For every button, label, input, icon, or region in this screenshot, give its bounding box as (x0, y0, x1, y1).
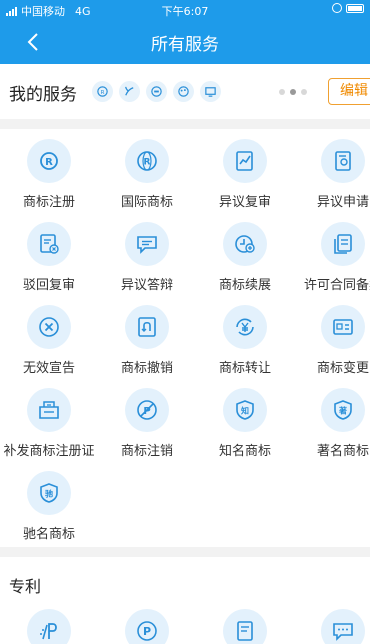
edit-button[interactable]: 编辑 (328, 78, 370, 105)
service-item[interactable]: 异议申请 (294, 139, 370, 222)
svg-text:著: 著 (338, 406, 347, 416)
service-row: 补发商标注册证 P 商标注销知知名商标著著名商标 (0, 388, 370, 471)
sprout-icon[interactable] (119, 81, 140, 102)
chart-review-icon (223, 139, 267, 183)
service-item[interactable] (294, 609, 370, 644)
service-item-label: 补发商标注册证 (3, 444, 95, 459)
cancel-p-icon: P (125, 388, 169, 432)
service-item[interactable]: 驰驰名商标 (0, 471, 98, 547)
revoke-icon (125, 305, 169, 349)
service-item[interactable]: 商标续展 (196, 222, 294, 305)
service-item[interactable]: 驳回复审 (0, 222, 98, 305)
trademark-services-section: R 商标注册 R 国际商标 异议复审 异议申请驳回复审 异议答辩 商标续展 许可合同备案无效宣告… (0, 129, 370, 547)
monitor-icon[interactable] (200, 81, 221, 102)
international-r-icon: R (125, 139, 169, 183)
service-item[interactable]: P (98, 609, 196, 644)
service-item-label: 商标注册 (22, 195, 75, 210)
patent-document-icon (223, 609, 267, 644)
service-item-label: 许可合同备案 (303, 278, 370, 293)
status-time: 下午6:07 (161, 5, 209, 18)
service-item[interactable]: 商标变更 (294, 305, 370, 388)
service-item[interactable]: P 商标注销 (98, 388, 196, 471)
my-services-title: 我的服务 (9, 85, 77, 105)
patent-services-section: 专利 P (0, 557, 370, 644)
service-row: R 商标注册 R 国际商标 异议复审 异议申请 (0, 139, 370, 222)
service-row: 驰驰名商标 (0, 471, 370, 547)
service-item[interactable]: 商标撤销 (98, 305, 196, 388)
service-row: 无效宣告 商标撤销 商标转让 商标变更 (0, 305, 370, 388)
service-item-label: 商标变更 (316, 361, 369, 376)
service-item-label: 商标注销 (120, 444, 173, 459)
page-dot (301, 89, 307, 95)
service-item-label: 著名商标 (316, 444, 369, 459)
service-item[interactable]: 异议答辩 (98, 222, 196, 305)
trademark-grid: R 商标注册 R 国际商标 异议复审 异议申请驳回复审 异议答辩 商标续展 许可合同备案无效宣告… (0, 139, 370, 547)
patent-grid: P (0, 609, 370, 644)
nav-bar: 所有服务 (0, 20, 370, 64)
service-item-label: 驰名商标 (22, 527, 75, 542)
service-item[interactable] (196, 609, 294, 644)
shield-zhi-icon: 知 (223, 388, 267, 432)
document-reject-icon (27, 222, 71, 266)
service-item-label: 无效宣告 (22, 361, 75, 376)
service-item[interactable] (0, 609, 98, 644)
service-item[interactable]: 商标转让 (196, 305, 294, 388)
palette-icon[interactable] (173, 81, 194, 102)
circle-x-icon (27, 305, 71, 349)
service-item-label: 异议申请 (316, 195, 369, 210)
service-item[interactable]: 无效宣告 (0, 305, 98, 388)
page-title: 所有服务 (151, 35, 219, 55)
page-dot-active (290, 89, 296, 95)
service-item[interactable]: 著著名商标 (294, 388, 370, 471)
document-stamp-icon (321, 139, 365, 183)
card-change-icon (321, 305, 365, 349)
service-item-label: 知名商标 (218, 444, 271, 459)
svg-text:知: 知 (241, 406, 249, 416)
shield-chi-icon: 驰 (27, 471, 71, 515)
service-item-label: 商标撤销 (120, 361, 173, 376)
yen-transfer-icon (223, 305, 267, 349)
service-item[interactable]: R 国际商标 (98, 139, 196, 222)
service-item-label: 驳回复审 (22, 278, 75, 293)
service-item-label: 商标转让 (218, 361, 271, 376)
svg-text:R: R (144, 158, 151, 168)
service-item[interactable]: 补发商标注册证 (0, 388, 98, 471)
service-row: 驳回复审 异议答辩 商标续展 许可合同备案 (0, 222, 370, 305)
battery-icon (346, 3, 364, 13)
service-item-label: 商标续展 (218, 278, 271, 293)
service-item[interactable]: 异议复审 (196, 139, 294, 222)
service-item-label: 异议复审 (218, 195, 271, 210)
service-item[interactable]: 知知名商标 (196, 388, 294, 471)
trademark-r-icon[interactable]: R (92, 81, 113, 102)
page-indicator (279, 89, 307, 95)
svg-text:R: R (101, 90, 105, 96)
shield-zhu-icon: 著 (321, 388, 365, 432)
patent-circle-p-icon: P (125, 609, 169, 644)
rotation-lock-icon (332, 3, 342, 13)
service-item[interactable]: 许可合同备案 (294, 222, 370, 305)
status-bar: 中国移动 4G 下午6:07 (0, 0, 370, 20)
clock-plus-icon (223, 222, 267, 266)
my-services-bar: 我的服务 R 编辑 (0, 64, 370, 119)
patent-p-icon (27, 609, 71, 644)
my-services-icons: R (92, 81, 221, 102)
certificate-icon (27, 388, 71, 432)
service-item-label: 异议答辩 (120, 278, 173, 293)
contract-copy-icon (321, 222, 365, 266)
service-item-label: 国际商标 (120, 195, 173, 210)
patent-chat-icon (321, 609, 365, 644)
circle-badge-icon[interactable] (146, 81, 167, 102)
svg-text:R: R (45, 157, 53, 168)
patent-section-title: 专利 (9, 577, 42, 596)
page-dot (279, 89, 285, 95)
service-item[interactable]: R 商标注册 (0, 139, 98, 222)
chat-bubble-icon (125, 222, 169, 266)
svg-text:驰: 驰 (45, 489, 53, 499)
registered-r-icon: R (27, 139, 71, 183)
svg-text:P: P (143, 625, 151, 638)
